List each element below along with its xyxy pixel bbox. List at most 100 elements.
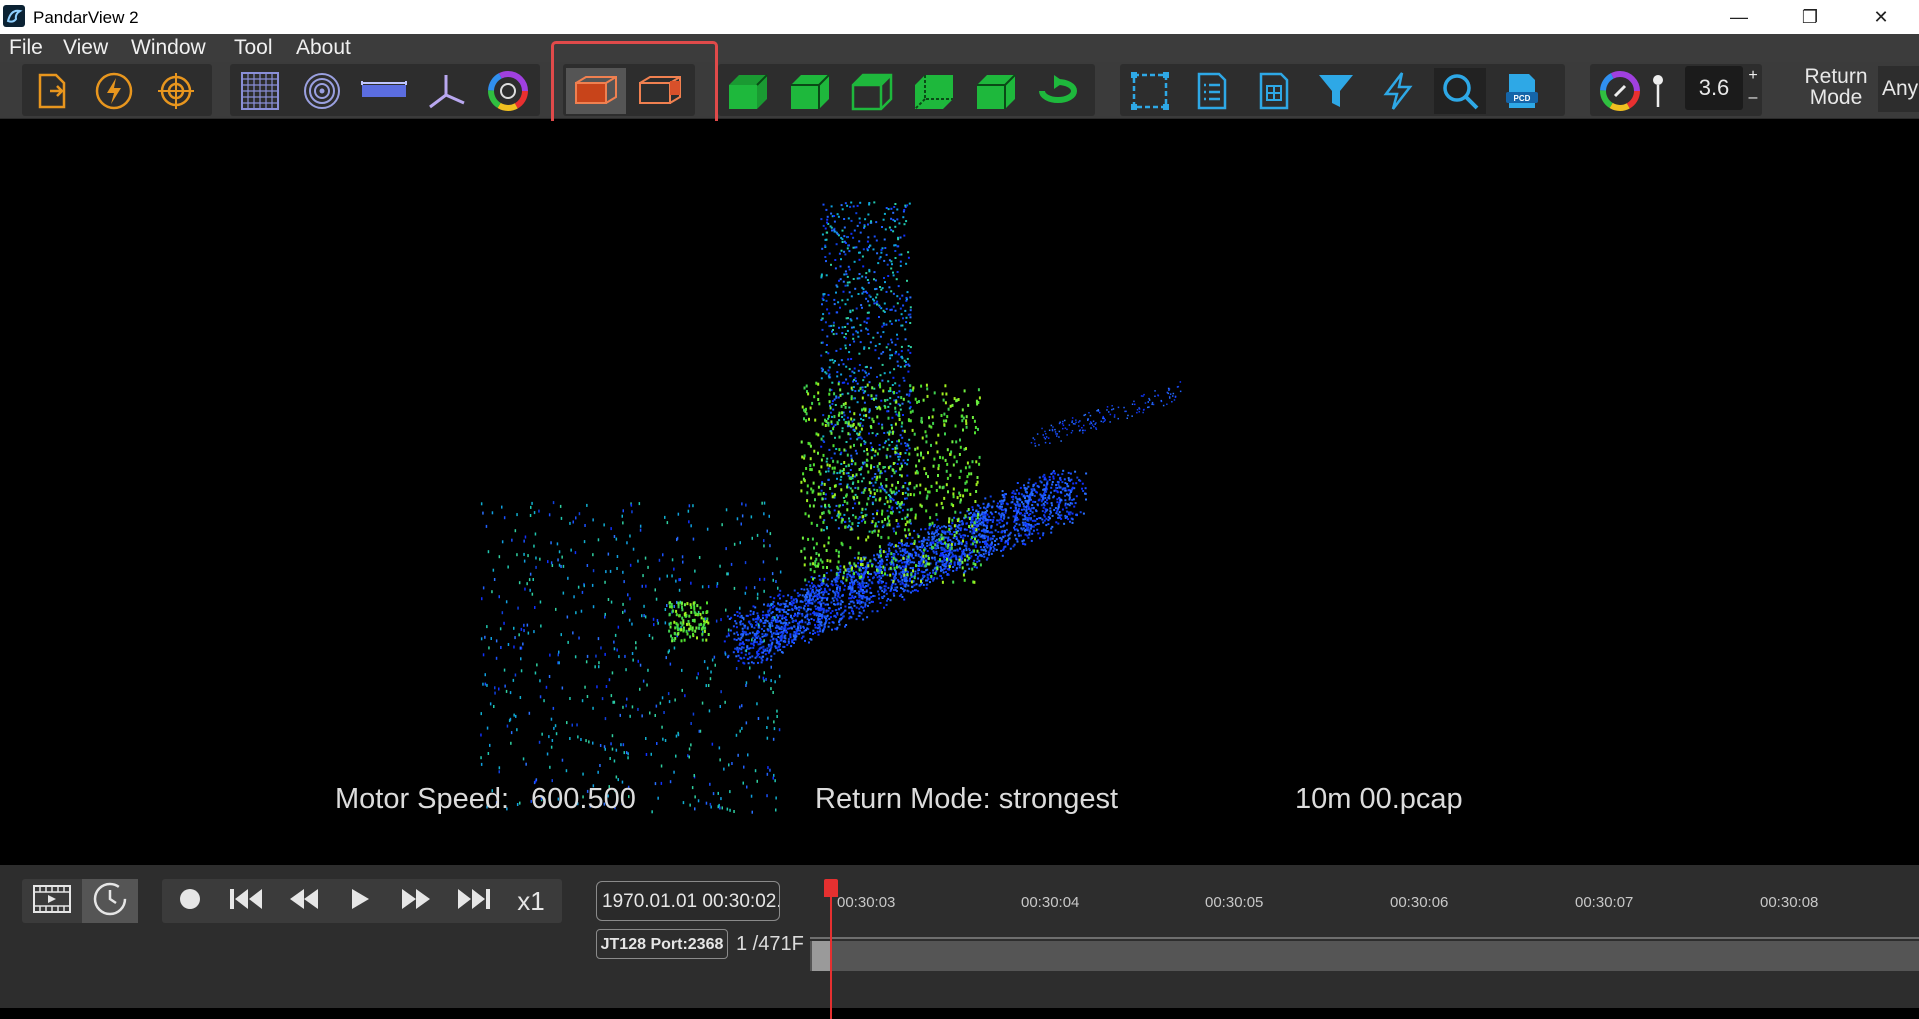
timeline[interactable]: 00:30:03 00:30:04 00:30:05 00:30:06 00:3…: [810, 879, 1919, 1019]
frame-counter: 1 /471F: [736, 933, 804, 955]
point-size-button[interactable]: [1646, 68, 1670, 114]
return-mode-label: Return Mode: [1796, 66, 1876, 108]
motor-speed-value: 600.500: [531, 783, 636, 815]
axes-icon: [426, 71, 466, 111]
frame-marker: [812, 941, 830, 971]
playback-speed[interactable]: x1: [504, 879, 558, 923]
view-front-button[interactable]: [722, 68, 774, 114]
radar-rings-icon: [302, 71, 342, 111]
datetime-field[interactable]: 1970.01.01 00:30:02.814: [596, 881, 780, 921]
timeline-tick-label: 00:30:05: [1205, 894, 1264, 911]
return-mode-label-line2: Mode: [1809, 86, 1863, 109]
filter-button[interactable]: [1310, 68, 1362, 114]
selection-button[interactable]: [1124, 68, 1176, 114]
film-icon: [32, 884, 72, 919]
record-button[interactable]: [162, 879, 218, 923]
point-size-increase[interactable]: +: [1746, 66, 1760, 86]
box-view-icon: [572, 73, 620, 109]
point-cloud: [480, 201, 1182, 814]
svg-text:PCD: PCD: [1514, 94, 1531, 103]
ruler-icon: [360, 71, 408, 111]
rewind-icon: [288, 887, 320, 916]
playhead-handle[interactable]: [824, 879, 838, 897]
timeline-track: [810, 937, 1919, 939]
toolbar-group-view: [230, 64, 540, 116]
point-size-value[interactable]: 3.6: [1685, 66, 1743, 110]
pcd-icon: PCD: [1502, 71, 1542, 111]
file-name: 10m 00.pcap: [1295, 783, 1463, 815]
skip-back-icon: [228, 887, 264, 916]
frame-track[interactable]: [810, 941, 1919, 971]
search-button[interactable]: [1434, 68, 1486, 114]
flash-button[interactable]: [1372, 68, 1424, 114]
cube-iso-icon: [973, 71, 1019, 111]
box-view-alt-icon: [636, 73, 684, 109]
rotate-icon: [1034, 73, 1082, 109]
ruler-button[interactable]: [358, 68, 410, 114]
view-iso-button[interactable]: [970, 68, 1022, 114]
skip-to-end-button[interactable]: [446, 879, 502, 923]
return-mode-label-line1: Return: [1804, 65, 1868, 88]
record-icon: [178, 887, 202, 916]
rewind-button[interactable]: [276, 879, 332, 923]
selection-icon: [1130, 71, 1170, 111]
clock-icon: [92, 881, 128, 922]
table-button[interactable]: [1248, 68, 1300, 114]
point-list-button[interactable]: [1186, 68, 1238, 114]
flash-icon: [1378, 71, 1418, 111]
color-mode-button[interactable]: [482, 68, 534, 114]
open-file-button[interactable]: [26, 68, 78, 114]
open-file-icon: [32, 71, 72, 111]
point-size-icon: [1651, 71, 1665, 111]
menu-bar: File View Window Tool About: [0, 34, 1919, 62]
view-right-button[interactable]: [784, 68, 836, 114]
port-label: JT128 Port:2368: [596, 929, 728, 959]
color-picker-icon: [1600, 71, 1640, 111]
close-button[interactable]: ✕: [1858, 4, 1904, 30]
filter-icon: [1316, 71, 1356, 111]
restore-button[interactable]: ❐: [1787, 4, 1833, 30]
return-mode-status: Return Mode: strongest: [815, 783, 1119, 815]
grid-icon: [240, 71, 280, 111]
box-view-alt-button[interactable]: [629, 68, 691, 114]
skip-forward-icon: [456, 887, 492, 916]
playhead[interactable]: [830, 879, 832, 1019]
menu-window[interactable]: Window: [131, 36, 206, 60]
axes-button[interactable]: [420, 68, 472, 114]
skip-to-start-button[interactable]: [218, 879, 274, 923]
app-logo-icon: [3, 5, 25, 27]
menu-about[interactable]: About: [296, 36, 351, 60]
pcd-export-button[interactable]: PCD: [1496, 68, 1548, 114]
radar-rings-button[interactable]: [296, 68, 348, 114]
menu-view[interactable]: View: [63, 36, 108, 60]
timeline-tick-label: 00:30:03: [837, 894, 896, 911]
video-mode-button[interactable]: [24, 879, 80, 923]
color-wheel-icon: [488, 71, 528, 111]
play-button[interactable]: [332, 879, 388, 923]
search-icon: [1440, 71, 1480, 111]
motor-speed-label: Motor Speed:: [335, 783, 510, 815]
target-icon: [156, 71, 196, 111]
color-picker-button[interactable]: [1594, 68, 1646, 114]
target-button[interactable]: [150, 68, 202, 114]
grid-button[interactable]: [234, 68, 286, 114]
time-mode-button[interactable]: [82, 879, 138, 923]
view-top-button[interactable]: [846, 68, 898, 114]
fast-forward-button[interactable]: [388, 879, 444, 923]
menu-file[interactable]: File: [9, 36, 43, 60]
list-doc-icon: [1192, 71, 1232, 111]
return-mode-select[interactable]: Any: [1878, 66, 1919, 112]
box-view-button[interactable]: [566, 68, 626, 114]
view-left-button[interactable]: [908, 68, 960, 114]
rotate-view-button[interactable]: [1032, 68, 1084, 114]
cube-left-icon: [911, 71, 957, 111]
cube-top-icon: [849, 71, 895, 111]
play-icon: [349, 887, 371, 916]
point-size-decrease[interactable]: –: [1746, 88, 1760, 108]
cube-right-icon: [787, 71, 833, 111]
toolbar-group-file: [22, 64, 212, 116]
minimize-button[interactable]: —: [1716, 4, 1762, 30]
connect-button[interactable]: [88, 68, 140, 114]
point-cloud-viewport[interactable]: Motor Speed: 600.500 Return Mode: strong…: [0, 121, 1919, 865]
menu-tool[interactable]: Tool: [234, 36, 273, 60]
